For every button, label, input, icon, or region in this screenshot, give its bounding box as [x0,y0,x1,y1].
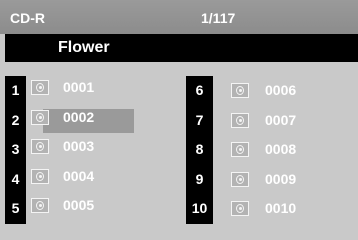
file-name: 0008 [265,141,297,157]
file-name: 0005 [63,197,95,213]
photo-file-icon [231,201,249,216]
file-item-8[interactable]: 8 0008 [186,135,356,165]
file-name: 0003 [63,138,95,154]
file-index: 1 [5,76,26,106]
photo-file-icon [231,112,249,128]
file-item-6[interactable]: 6 0006 [186,76,356,106]
file-name: 0010 [265,200,297,216]
file-area: 0007 [227,109,345,133]
photo-file-icon [31,198,49,213]
photo-file-icon [231,171,249,187]
file-area: 0009 [227,168,345,192]
file-area: 0010 [227,197,345,221]
file-index: 7 [186,105,213,135]
photo-file-icon [31,139,49,154]
file-item-10[interactable]: 10 0010 [186,194,356,224]
file-index: 4 [5,164,26,194]
file-list-right-column: 6 0006 7 0007 8 0008 9 0009 10 0010 [186,76,356,224]
photo-file-icon [231,142,249,157]
file-name: 0007 [265,111,297,128]
folder-title-bar: Flower [5,34,358,62]
file-index: 8 [186,135,213,165]
file-index: 6 [186,76,213,106]
photo-file-icon [31,80,49,95]
folder-name: Flower [58,39,110,56]
file-area: 0008 [227,138,345,162]
photo-file-icon [31,109,49,125]
file-item-5[interactable]: 5 0005 [5,194,175,224]
file-item-2[interactable]: 2 0002 [5,105,175,135]
track-counter: 1/117 [201,10,236,26]
photo-file-icon [31,168,49,184]
file-name: 0004 [63,167,95,184]
file-name: 0001 [63,79,95,95]
file-name: 0006 [265,82,297,98]
file-index: 2 [5,105,26,135]
disc-type-label: CD-R [10,10,45,26]
file-item-1[interactable]: 1 0001 [5,76,175,106]
file-list-left-column: 1 0001 2 0002 3 0003 4 0004 5 0005 [5,76,175,224]
file-area: 0006 [227,79,345,103]
file-index: 10 [186,194,213,224]
file-index: 3 [5,135,26,165]
photo-file-icon [231,83,249,98]
file-item-9[interactable]: 9 0009 [186,164,356,194]
status-bar: CD-R 1/117 [0,0,358,34]
file-item-4[interactable]: 4 0004 [5,164,175,194]
file-item-7[interactable]: 7 0007 [186,105,356,135]
file-index: 5 [5,194,26,224]
file-item-3[interactable]: 3 0003 [5,135,175,165]
file-index: 9 [186,164,213,194]
file-name: 0002 [63,108,95,125]
file-name: 0009 [265,170,297,187]
